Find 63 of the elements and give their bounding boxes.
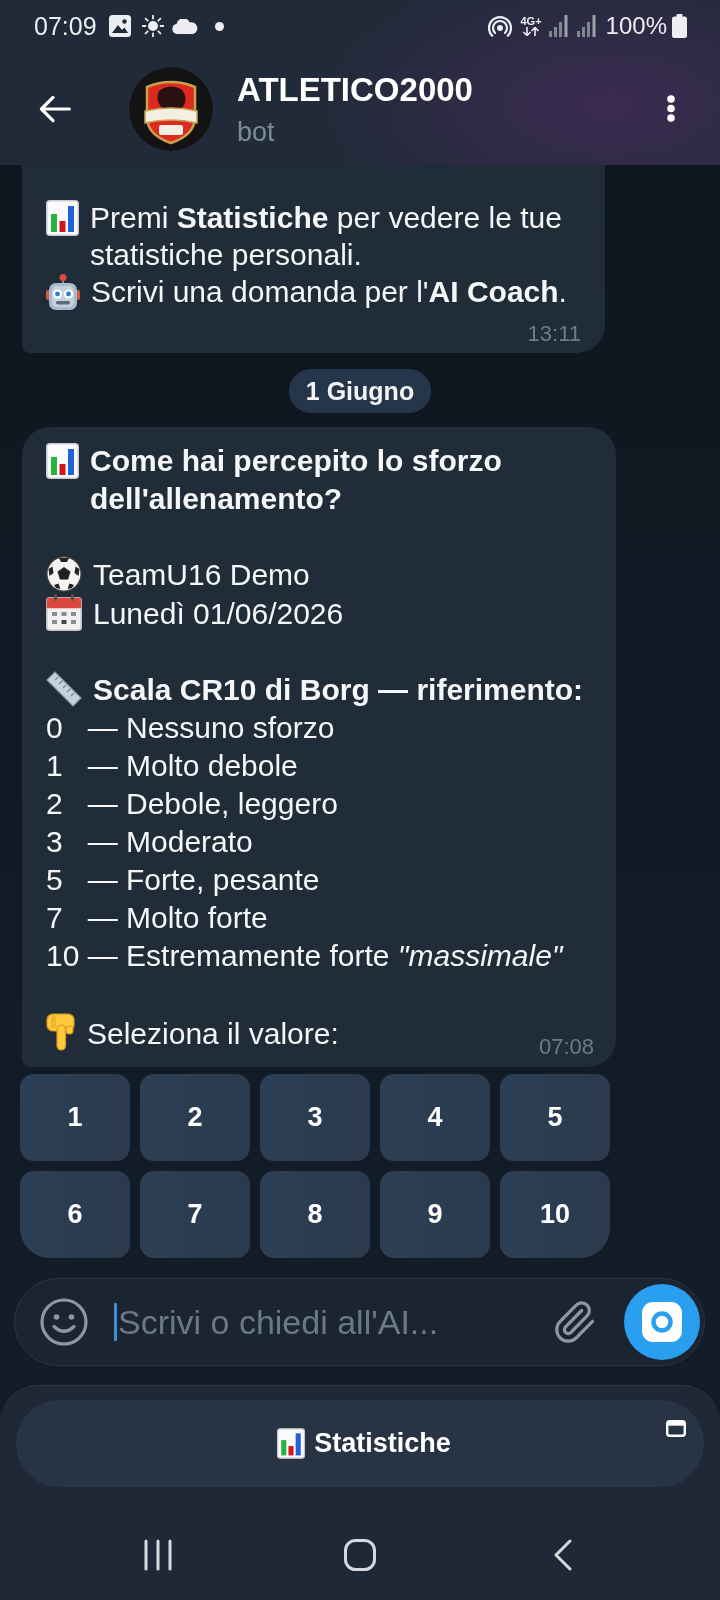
scale-entry: 7 — Molto forte bbox=[46, 901, 268, 934]
team-name: TeamU16 Demo bbox=[93, 558, 310, 591]
robot-icon bbox=[46, 274, 80, 310]
bar-chart-icon bbox=[46, 443, 79, 479]
chat-subtitle: bot bbox=[237, 115, 276, 148]
signal-icon bbox=[548, 15, 568, 37]
message-text: Premi Statistiche per vedere le tue statistiche personali. bbox=[90, 200, 563, 273]
recent-apps-icon[interactable] bbox=[143, 1538, 173, 1571]
back-arrow-icon[interactable] bbox=[39, 94, 71, 123]
bar-chart-icon bbox=[277, 1428, 306, 1459]
answer-key[interactable]: 7 bbox=[140, 1171, 250, 1258]
scale-heading: Scala CR10 di Borg — riferimento: bbox=[93, 673, 584, 706]
date-separator: 1 Giugno bbox=[288, 369, 432, 413]
answer-key[interactable]: 5 bbox=[500, 1074, 610, 1161]
message-composer[interactable]: Scrivi o chiedi all'AI... bbox=[14, 1278, 705, 1366]
bar-chart-icon bbox=[46, 200, 79, 236]
answer-key[interactable]: 2 bbox=[140, 1074, 250, 1161]
chat-title: ATLETICO2000 bbox=[237, 69, 473, 110]
scale-entry: 1 — Molto debole bbox=[46, 749, 298, 782]
ruler-icon bbox=[46, 671, 82, 707]
answer-key[interactable]: 10 bbox=[500, 1171, 610, 1258]
back-icon[interactable] bbox=[552, 1538, 572, 1571]
soccer-ball-icon bbox=[46, 556, 82, 592]
message-time: 07:08 bbox=[538, 1035, 594, 1059]
pointing-down-hand-icon bbox=[46, 1013, 76, 1051]
web-app-window-icon bbox=[666, 1420, 686, 1437]
scale-entry: 0 — Nessuno sforzo bbox=[46, 711, 335, 744]
network-type-label: 4G+ bbox=[520, 16, 542, 27]
camera-button[interactable] bbox=[624, 1284, 700, 1360]
scale-entry: 3 — Moderato bbox=[46, 825, 253, 858]
hotspot-icon bbox=[486, 14, 513, 38]
calendar-icon bbox=[46, 594, 82, 631]
answer-key[interactable]: 3 bbox=[260, 1074, 370, 1161]
signal-icon bbox=[576, 15, 596, 37]
camera-icon bbox=[642, 1302, 682, 1342]
answer-key[interactable]: 9 bbox=[380, 1171, 490, 1258]
text-cursor-icon bbox=[114, 1303, 117, 1341]
notification-dot-icon bbox=[214, 21, 224, 31]
gallery-icon bbox=[108, 15, 131, 37]
answer-key[interactable]: 1 bbox=[20, 1074, 130, 1161]
answer-key[interactable]: 6 bbox=[20, 1171, 130, 1258]
message-time: 13:11 bbox=[527, 322, 581, 346]
emoji-icon[interactable] bbox=[40, 1298, 88, 1346]
shield-logo-avatar[interactable] bbox=[129, 66, 213, 151]
message-text: Scrivi una domanda per l'AI Coach. bbox=[91, 274, 567, 310]
scale-entry: 5 — Forte, pesante bbox=[46, 863, 320, 896]
battery-icon bbox=[672, 14, 687, 38]
more-options-icon[interactable] bbox=[667, 95, 675, 122]
data-arrows-icon bbox=[522, 27, 541, 36]
cloud-icon bbox=[171, 18, 198, 34]
message-input[interactable]: Scrivi o chiedi all'AI... bbox=[117, 1302, 551, 1342]
battery-percentage: 100% bbox=[605, 12, 667, 40]
survey-question: Come hai percepito lo sforzo dell'allenamento? bbox=[90, 443, 503, 517]
prompt-text: Seleziona il valore: bbox=[87, 1017, 339, 1050]
scale-entry: 2 — Debole, leggero bbox=[46, 787, 338, 820]
answer-key[interactable]: 4 bbox=[380, 1074, 490, 1161]
answer-key[interactable]: 8 bbox=[260, 1171, 370, 1258]
session-date: Lunedì 01/06/2026 bbox=[93, 597, 344, 630]
scale-entry: 10 — Estremamente forte "massimale" bbox=[46, 939, 563, 972]
home-icon[interactable] bbox=[344, 1538, 376, 1571]
status-time: 07:09 bbox=[34, 12, 97, 40]
keyboard-button[interactable]: Statistiche bbox=[16, 1400, 704, 1487]
sun-icon bbox=[141, 15, 164, 37]
